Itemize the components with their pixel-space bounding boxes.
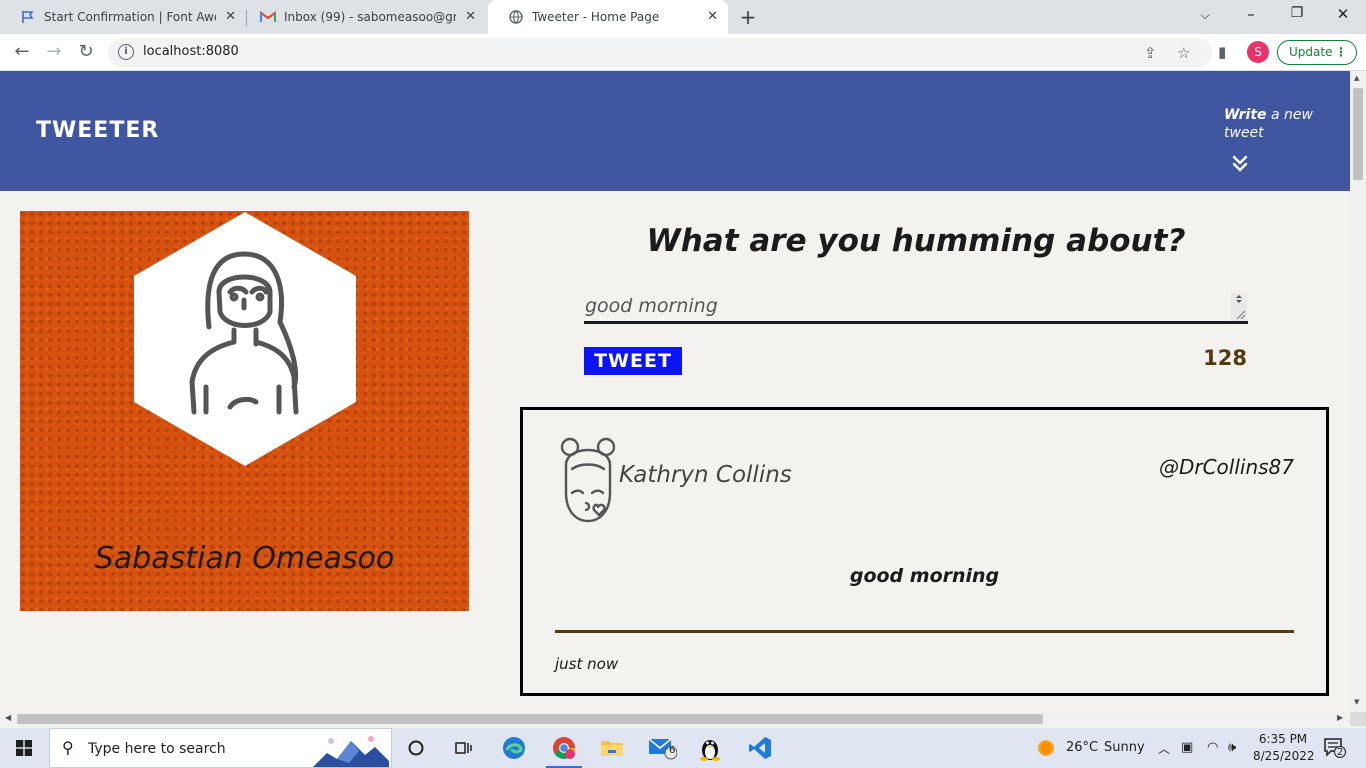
app-header: Tweeter Write a new tweet (0, 71, 1350, 191)
tweet-card: Kathryn Collins @DrCollins87 good mornin… (520, 407, 1329, 696)
tweet-content: good morning (849, 565, 1000, 587)
scroll-down-arrow-icon[interactable]: ▼ (1354, 698, 1359, 706)
profile-name: Sabastian Omeasoo (94, 541, 395, 576)
tweet-timestamp: just now (555, 655, 619, 673)
notification-count: 2 (1337, 747, 1344, 758)
task-view-icon[interactable] (440, 728, 488, 768)
close-tab-icon[interactable]: ✕ (465, 9, 476, 24)
close-window-button[interactable]: ✕ (1328, 5, 1358, 23)
tweet-author-name: Kathryn Collins (619, 462, 792, 488)
weather-sun-icon[interactable] (1037, 739, 1055, 761)
double-chevron-down-icon[interactable] (1231, 155, 1249, 173)
profile-avatar-hexagon (134, 212, 356, 466)
address-bar[interactable]: i localhost:8080 ⇪ ☆ (108, 38, 1212, 67)
search-icon: ⚲ (62, 738, 74, 757)
mail-badge: 6 (669, 745, 676, 756)
horizontal-scroll-thumb[interactable] (17, 714, 1043, 724)
network-adapter-icon[interactable]: ▣ (1181, 740, 1193, 755)
close-tab-icon[interactable]: ✕ (225, 9, 236, 24)
font-awesome-flag-icon (20, 9, 36, 25)
linux-terminal-icon[interactable] (686, 728, 734, 768)
reload-icon[interactable]: ↻ (75, 42, 97, 62)
tweet-textarea[interactable]: good morning (584, 293, 1248, 324)
wifi-icon[interactable]: ◠ (1207, 740, 1218, 755)
weather-temp[interactable]: 26°C (1066, 740, 1098, 755)
cortana-icon[interactable] (392, 728, 440, 768)
scroll-up-arrow-icon[interactable]: ▲ (1354, 74, 1359, 82)
side-panel-icon[interactable]: ▮ (1218, 43, 1226, 61)
weather-condition[interactable]: Sunny (1104, 740, 1145, 755)
textarea-resize-handle[interactable] (1231, 293, 1247, 321)
char-counter: 128 (1203, 346, 1247, 370)
vscode-icon[interactable] (736, 728, 784, 768)
scrollbar-corner (1350, 712, 1366, 726)
horizontal-scrollbar[interactable]: ◀ ▶ (0, 712, 1350, 726)
scroll-right-arrow-icon[interactable]: ▶ (1337, 713, 1343, 722)
brand-logo[interactable]: Tweeter (36, 118, 159, 143)
tweet-submit-button[interactable]: Tweet (584, 347, 682, 375)
share-icon[interactable]: ⇪ (1144, 44, 1157, 62)
edge-icon[interactable] (490, 728, 538, 768)
forward-arrow-icon[interactable]: → (43, 42, 65, 62)
scroll-left-arrow-icon[interactable]: ◀ (5, 713, 11, 722)
close-tab-icon[interactable]: ✕ (707, 9, 718, 24)
browser-toolbar: ← → ↻ i localhost:8080 ⇪ ☆ ▮ (0, 34, 1366, 71)
site-info-icon[interactable]: i (118, 44, 134, 60)
tweet-divider (555, 630, 1294, 633)
tab-search-chevron-icon[interactable]: ⌵ (1190, 8, 1220, 23)
more-menu-icon: ⋮ (1335, 45, 1347, 59)
profile-avatar[interactable]: S (1247, 41, 1269, 63)
update-button[interactable]: Update ⋮ (1277, 40, 1357, 65)
minimize-button[interactable]: – (1236, 5, 1266, 23)
taskbar-search-box[interactable]: ⚲ Type here to search (49, 728, 392, 768)
tab-title: Inbox (99) - sabomeasoo@gmail.com (284, 10, 456, 24)
write-link-bold: Write (1224, 107, 1267, 123)
show-hidden-icons-chevron-icon[interactable]: ︿ (1158, 740, 1170, 757)
tab-tweeter[interactable]: Tweeter - Home Page ✕ (488, 0, 728, 34)
system-clock[interactable]: 6:35 PM 8/25/2022 (1253, 731, 1315, 765)
windows-taskbar: ⚲ Type here to search 6 26°C Sunny ︿ ▣ ◠… (0, 728, 1366, 768)
compose-title: What are you humming about? (646, 223, 1186, 259)
gmail-icon (260, 9, 276, 25)
new-tab-button[interactable]: + (737, 5, 759, 29)
vertical-scroll-thumb[interactable] (1353, 88, 1363, 180)
page-viewport: Tweeter Write a new tweet (0, 71, 1350, 712)
url-text: localhost:8080 (143, 44, 239, 59)
volume-icon[interactable]: 🕪 (1228, 740, 1236, 755)
restore-button[interactable]: ❐ (1282, 5, 1312, 21)
file-explorer-icon[interactable] (588, 728, 636, 768)
profile-card: Sabastian Omeasoo (20, 211, 469, 611)
mail-icon[interactable]: 6 (638, 728, 686, 768)
tab-title: Tweeter - Home Page (532, 10, 660, 24)
bookmark-star-icon[interactable]: ☆ (1177, 44, 1190, 62)
clock-date: 8/25/2022 (1253, 749, 1315, 763)
search-highlight-art (313, 736, 389, 767)
search-placeholder: Type here to search (88, 741, 226, 757)
globe-icon (508, 9, 524, 25)
tab-font-awesome[interactable]: Start Confirmation | Font Awesome ✕ (0, 0, 246, 34)
chrome-icon[interactable] (540, 728, 588, 768)
back-arrow-icon[interactable]: ← (11, 42, 33, 62)
woman-bun-avatar-icon (560, 437, 616, 523)
clock-time: 6:35 PM (1258, 732, 1308, 746)
windows-start-icon[interactable] (16, 740, 32, 756)
update-label: Update (1289, 45, 1333, 59)
vertical-scrollbar[interactable]: ▲ ▼ (1350, 71, 1366, 712)
tab-title: Start Confirmation | Font Awesome (44, 10, 216, 24)
browser-tab-bar: Start Confirmation | Font Awesome ✕ Inbo… (0, 0, 1366, 34)
tab-gmail[interactable]: Inbox (99) - sabomeasoo@gmail.com ✕ (240, 0, 486, 34)
tweet-author-handle: @DrCollins87 (1158, 455, 1294, 479)
write-new-tweet-link[interactable]: Write a new tweet (1224, 106, 1320, 142)
